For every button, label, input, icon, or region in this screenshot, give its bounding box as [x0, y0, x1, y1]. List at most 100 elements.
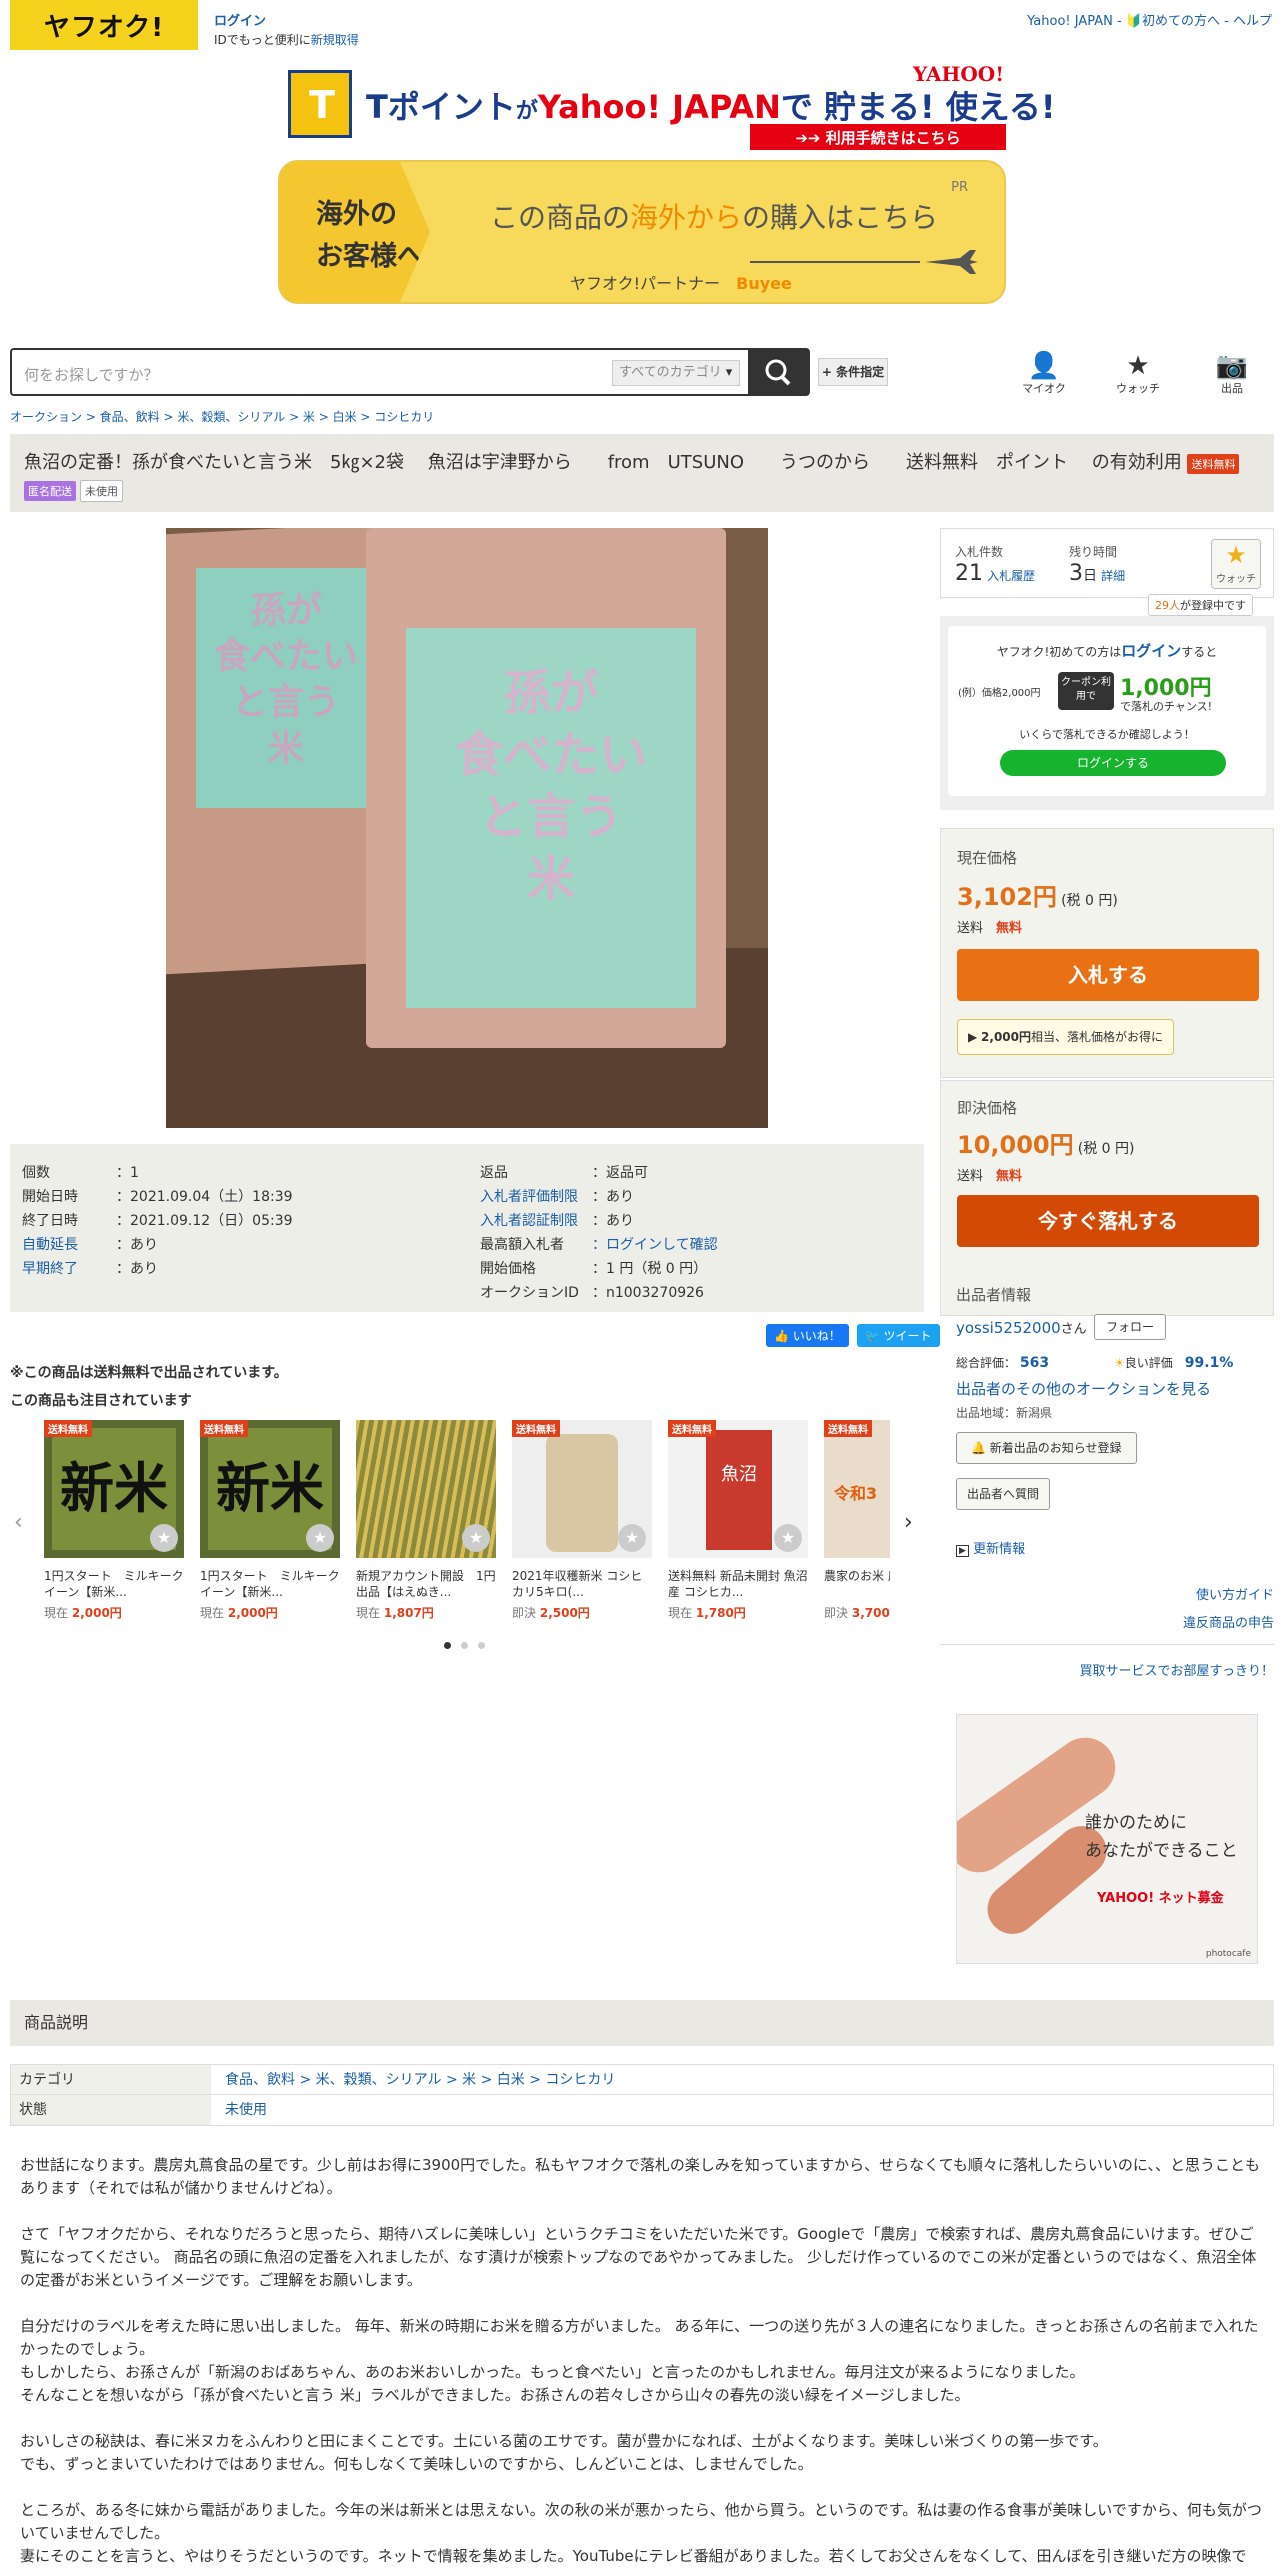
description-body: お世話になります。農房丸蔦食品の星です。少し前はお得に3900円でした。私もヤフ…	[20, 2156, 1262, 2565]
info-row[interactable]: 最高額入札者 ：ログインして確認	[480, 1234, 718, 1254]
ask-seller-button[interactable]: 出品者へ質問	[956, 1478, 1051, 1510]
info-row: 個数 ：1	[22, 1165, 139, 1181]
carousel-item[interactable]: 新米 送料無料 ★ 1円スタート ミルキークイーン【新米... 現在 2,000円	[44, 1420, 184, 1621]
page-title: 魚沼の定番！孫が食べたいと言う米 5㎏×2袋 魚沼は宇津野から from UTS…	[24, 448, 1243, 474]
bid-history-link[interactable]: 入札履歴	[987, 569, 1035, 583]
yahuoku-logo[interactable]: ヤフオク!	[10, 0, 198, 50]
time-detail-link[interactable]: 詳細	[1101, 569, 1125, 583]
watch-count: 29人が登録中です	[1148, 594, 1253, 616]
carousel-item[interactable]: 送料無料 ★ 2021年収穫新米 コシヒカリ5キロ(... 即決 2,500円	[512, 1420, 652, 1621]
star-icon[interactable]: ★	[462, 1524, 490, 1552]
follow-button[interactable]: フォロー	[1094, 1314, 1166, 1340]
carousel-item[interactable]: 魚沼 送料無料 ★ 送料無料 新品未開封 魚沼産 コシヒカ... 現在 1,780円	[668, 1420, 808, 1621]
bag-label-right: 孫が 食べたい と言う 米	[406, 628, 696, 1008]
info-row[interactable]: 入札者認証制限 ：あり	[480, 1210, 634, 1230]
free-shipping-tag: 送料無料	[1187, 454, 1240, 474]
breadcrumb[interactable]: オークション > 食品、飲料 > 米、穀類、シリアル > 米 > 白米 > コシ…	[10, 408, 434, 425]
overseas-label: 海外の お客様へ	[280, 162, 430, 302]
info-row: 終了日時 ：2021.09.12（日）05:39	[22, 1213, 293, 1229]
new-listing-notify-button[interactable]: 🔔 新着出品のお知らせ登録	[956, 1432, 1137, 1464]
login-link[interactable]: ログイン	[214, 14, 266, 29]
star-icon[interactable]: ★	[774, 1524, 802, 1552]
header-login: ログイン IDでもっと便利に新規取得	[214, 10, 359, 48]
star-icon[interactable]: ★	[618, 1524, 646, 1552]
person-icon: 👤	[1027, 351, 1061, 381]
carousel-item[interactable]: ★ 新規アカウント開設 1円出品【はえぬき... 現在 1,807円	[356, 1420, 496, 1621]
table-row: カテゴリ 食品、飲料 > 米、穀類、シリアル > 米 > 白米 > コシヒカリ	[11, 2065, 1273, 2095]
watch-button[interactable]: ★ ウォッチ	[1108, 352, 1168, 396]
promo-box: ヤフオク!初めての方はログインすると (例）価格2,000円 クーポン利用で 1…	[940, 616, 1274, 810]
bid-count: 21	[955, 561, 983, 586]
social-buttons: 👍 いいね！ 🐦 ツイート	[758, 1324, 940, 1347]
header-links[interactable]: Yahoo! JAPAN - 🔰初めての方へ - ヘルプ	[1027, 10, 1272, 29]
info-row[interactable]: 早期終了 ：あり	[22, 1258, 158, 1278]
buynow-price: 10,000円	[957, 1131, 1074, 1159]
seller-name-link[interactable]: yossi5252000	[956, 1319, 1061, 1337]
unused-tag: 未使用	[80, 480, 123, 502]
table-row: 状態 未使用	[11, 2095, 1273, 2125]
carousel-next-icon[interactable]: ›	[904, 1510, 913, 1535]
attention-heading: この商品も注目されています	[10, 1393, 192, 1409]
carousel: 新米 送料無料 ★ 1円スタート ミルキークイーン【新米... 現在 2,000円 …	[34, 1420, 890, 1630]
category-select[interactable]: すべてのカテゴリ ▾	[612, 360, 740, 386]
info-row[interactable]: 自動延長 ：あり	[22, 1234, 158, 1254]
item-info-table: 個数 ：1 開始日時 ：2021.09.04（土）18:39 終了日時 ：2021.0…	[10, 1144, 924, 1312]
star-icon[interactable]: ★	[150, 1524, 178, 1552]
bid-status-box: 入札件数 21 入札履歴 残り時間 3日 詳細 ★ ウォッチ	[940, 528, 1274, 598]
sun-icon: ☀	[1114, 1356, 1125, 1370]
category-link[interactable]: 食品、飲料 > 米、穀類、シリアル > 米 > 白米 > コシヒカリ	[211, 2065, 615, 2094]
conditions-button[interactable]: + 条件指定	[818, 358, 888, 386]
description-heading: 商品説明	[10, 2000, 1274, 2046]
promo-login-link[interactable]: ログイン	[1121, 642, 1181, 660]
tpoint-banner[interactable]: TポイントがYahoo! JAPANで 貯まる! 使える! YAHOO! ➔➔ …	[286, 60, 1055, 152]
info-row[interactable]: 入札者評価制限 ：あり	[480, 1186, 634, 1206]
info-row: 開始日時 ：2021.09.04（土）18:39	[22, 1189, 293, 1205]
promo-login-button[interactable]: ログインする	[1000, 750, 1226, 776]
watch-toggle[interactable]: ★ ウォッチ	[1211, 539, 1261, 589]
camera-icon: 📷	[1215, 351, 1249, 381]
guide-link[interactable]: 使い方ガイド	[1196, 1584, 1274, 1603]
buyee-banner[interactable]: 海外の お客様へ この商品の海外からの購入はこちら PR ヤフオク!パートナー …	[278, 160, 1006, 304]
tpoint-register-bar[interactable]: ➔➔ 利用手続きはこちら	[750, 124, 1006, 150]
info-row: 開始価格 ：1 円（税 0 円）	[480, 1261, 708, 1277]
signup-link[interactable]: 新規取得	[311, 33, 359, 47]
buy-service-link[interactable]: 買取サービスでお部屋すっきり！	[1080, 1660, 1274, 1679]
shipping-notice: ※この商品は送料無料で出品されています。	[10, 1365, 288, 1381]
total-rating-link[interactable]: 563	[1020, 1355, 1049, 1371]
myauction-button[interactable]: 👤 マイオク	[1014, 352, 1074, 396]
sell-button[interactable]: 📷 出品	[1202, 352, 1262, 396]
donation-ad[interactable]: 誰かのために あなたができること YAHOO! ネット募金 photocafe	[956, 1714, 1258, 1964]
tweet-button[interactable]: 🐦 ツイート	[856, 1324, 940, 1347]
bid-hint[interactable]: ▶ 2,000円相当、落札価格がお得に	[957, 1019, 1175, 1055]
product-photo[interactable]: 孫が 食べたい と言う 米 孫が 食べたい と言う 米	[166, 528, 768, 1128]
carousel-dots[interactable]	[444, 1638, 485, 1653]
current-price: 3,102円	[957, 883, 1057, 911]
info-row: オークションID ：n1003270926	[480, 1285, 704, 1301]
buyee-main-text: この商品の海外からの購入はこちら	[490, 201, 939, 234]
pr-label: PR	[951, 180, 968, 195]
other-auctions-link[interactable]: 出品者のその他のオークションを見る	[956, 1378, 1211, 1399]
report-link[interactable]: 違反商品の申告	[1183, 1612, 1274, 1631]
star-icon: ★	[1225, 541, 1247, 569]
search-input[interactable]: 何をお探しですか？	[24, 364, 159, 385]
seller-info-title: 出品者情報	[956, 1286, 1032, 1304]
login-sub: IDでもっと便利に	[214, 33, 311, 47]
seller-region: 出品地域：新潟県	[956, 1406, 1053, 1420]
tpoint-icon	[288, 70, 352, 138]
buynow-button[interactable]: 今すぐ落札する	[957, 1195, 1259, 1247]
carousel-item[interactable]: 新米 送料無料 ★ 1円スタート ミルキークイーン【新米... 現在 2,000円	[200, 1420, 340, 1621]
bid-button[interactable]: 入札する	[957, 949, 1259, 1001]
coupon-badge: クーポン利用で	[1058, 672, 1114, 710]
update-info-link[interactable]: ▶ 更新情報	[956, 1538, 1025, 1557]
search-button[interactable]	[748, 350, 808, 394]
current-price-box: 現在価格 3,102円 (税 0 円) 送料 無料 入札する ▶ 2,000円相…	[940, 828, 1274, 1078]
search-icon	[765, 359, 791, 386]
like-button[interactable]: 👍 いいね！	[766, 1324, 849, 1347]
tpoint-text: TポイントがYahoo! JAPANで 貯まる! 使える!	[366, 88, 1056, 126]
star-icon[interactable]: ★	[306, 1524, 334, 1552]
carousel-prev-icon[interactable]: ‹	[14, 1510, 23, 1535]
info-row: 返品 ：返品可	[480, 1165, 648, 1181]
good-rating-link[interactable]: 99.1%	[1185, 1355, 1234, 1371]
carousel-item[interactable]: 令和3送料無料 農家のお米 度 コシヒカ 即決 3,700円	[824, 1420, 890, 1621]
bag-label-left: 孫が 食べたい と言う 米	[196, 568, 376, 808]
